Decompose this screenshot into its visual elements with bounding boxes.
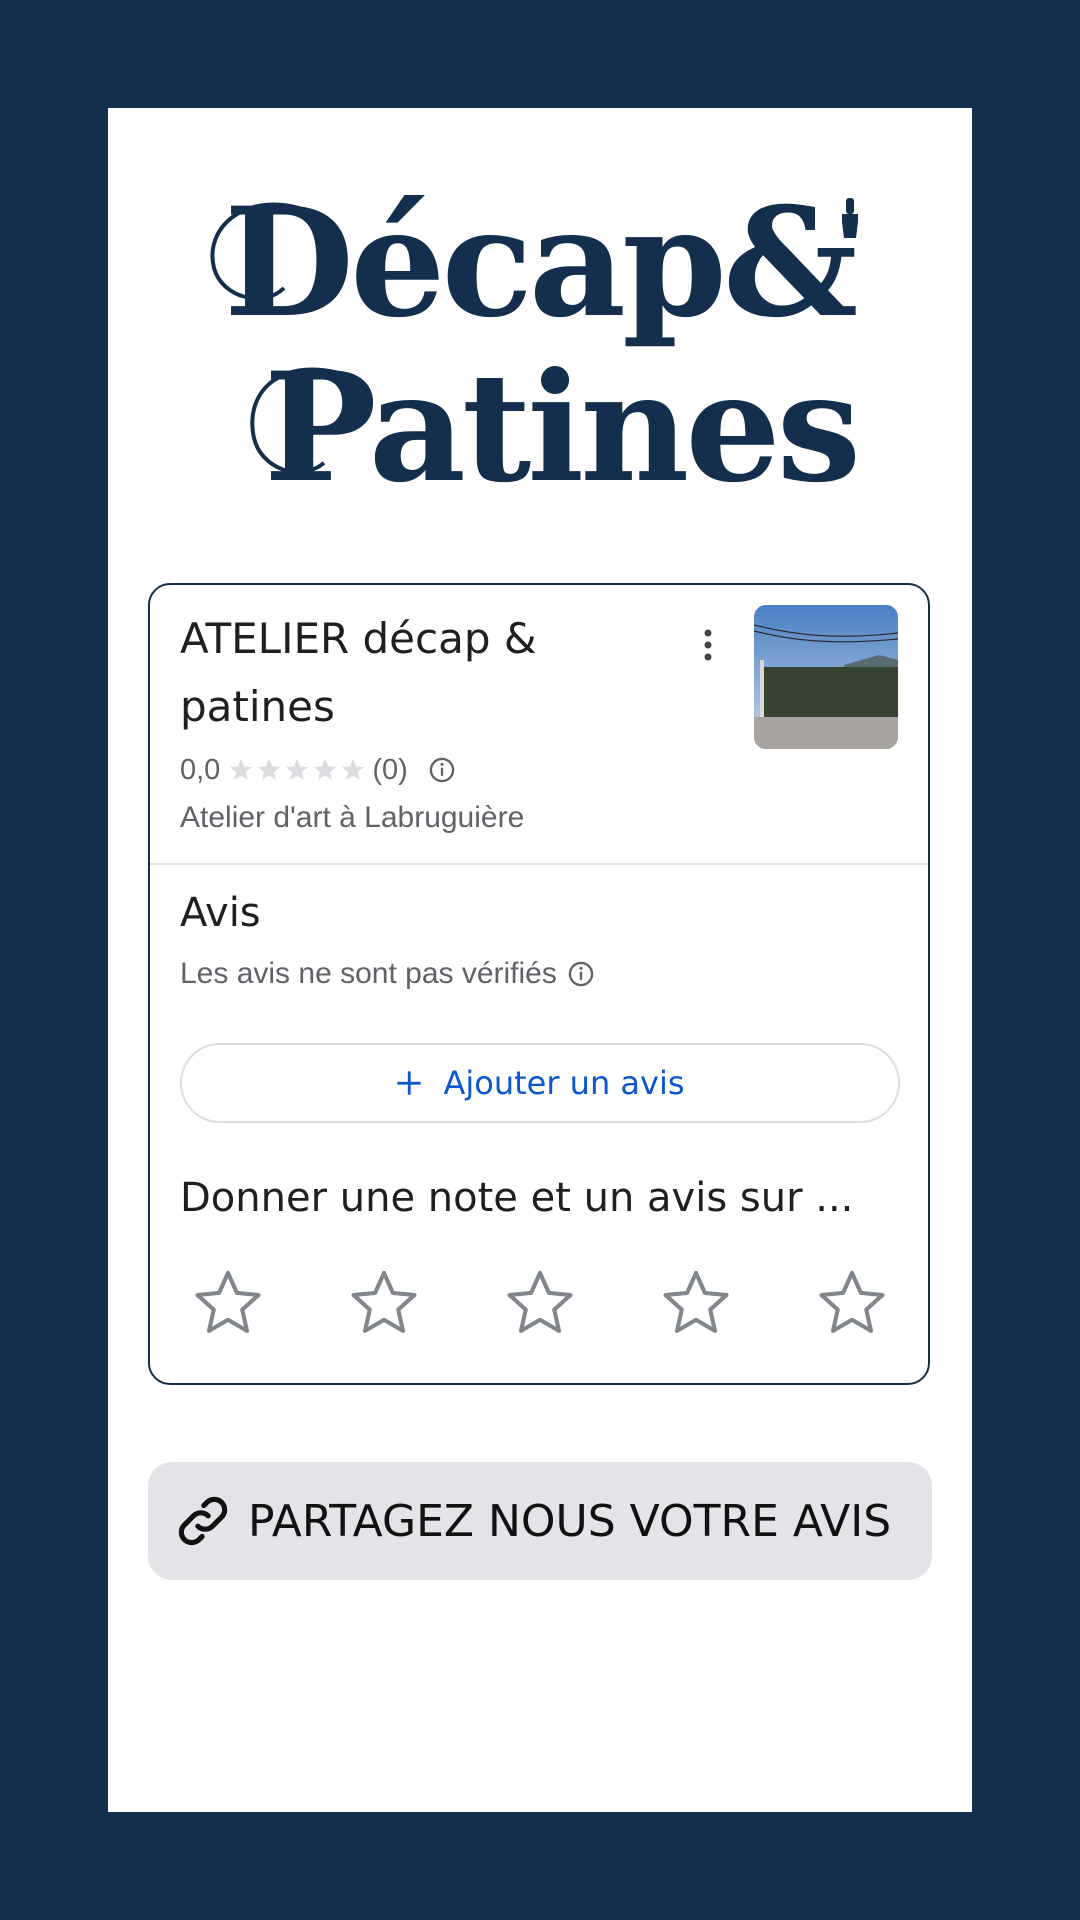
star-outline-icon[interactable] xyxy=(346,1265,422,1341)
star-icon xyxy=(230,759,253,780)
reviews-note-text: Les avis ne sont pas vérifiés xyxy=(180,957,557,990)
add-review-button[interactable]: Ajouter un avis xyxy=(180,1043,900,1123)
place-photo-icon xyxy=(754,605,898,749)
rating-count: (0) xyxy=(372,753,408,786)
rating-value: 0,0 xyxy=(180,753,221,786)
star-icon xyxy=(314,759,337,780)
share-review-button[interactable]: PARTAGEZ NOUS VOTRE AVIS xyxy=(148,1462,932,1580)
place-title[interactable]: ATELIER décap & patines xyxy=(180,605,620,741)
star-outline-icon[interactable] xyxy=(190,1265,266,1341)
logo-line-2: Patines xyxy=(264,340,861,516)
plus-icon xyxy=(397,1071,422,1095)
page-panel: Décap& Patines ATELIER décap & patines 0… xyxy=(108,108,972,1812)
place-category: Atelier d'art à Labruguière xyxy=(180,801,525,834)
reviews-unverified-note: Les avis ne sont pas vérifiés xyxy=(180,957,595,991)
star-outline-icon[interactable] xyxy=(658,1265,734,1341)
reviews-heading: Avis xyxy=(180,890,261,936)
place-review-card: ATELIER décap & patines 0,0 (0) Atelier … xyxy=(148,583,930,1385)
paintbrush-icon xyxy=(842,198,858,238)
rating-row: 0,0 (0) xyxy=(180,750,456,790)
info-icon[interactable] xyxy=(567,960,595,988)
star-icon xyxy=(286,759,309,780)
logo-line-1: Décap& xyxy=(224,175,858,351)
rate-stars xyxy=(190,1265,890,1341)
rate-heading: Donner une note et un avis sur ... xyxy=(180,1175,854,1221)
info-icon[interactable] xyxy=(428,756,456,784)
rating-stars xyxy=(228,757,366,783)
star-icon xyxy=(258,759,281,780)
place-thumbnail[interactable] xyxy=(754,605,898,749)
more-vert-icon[interactable] xyxy=(698,627,718,663)
add-review-label: Ajouter un avis xyxy=(443,1064,685,1102)
brand-logo: Décap& Patines xyxy=(204,175,884,513)
link-icon xyxy=(178,1496,228,1546)
share-review-label: PARTAGEZ NOUS VOTRE AVIS xyxy=(248,1495,892,1547)
star-icon xyxy=(342,759,365,780)
star-outline-icon[interactable] xyxy=(502,1265,578,1341)
star-outline-icon[interactable] xyxy=(814,1265,890,1341)
divider xyxy=(150,863,928,865)
